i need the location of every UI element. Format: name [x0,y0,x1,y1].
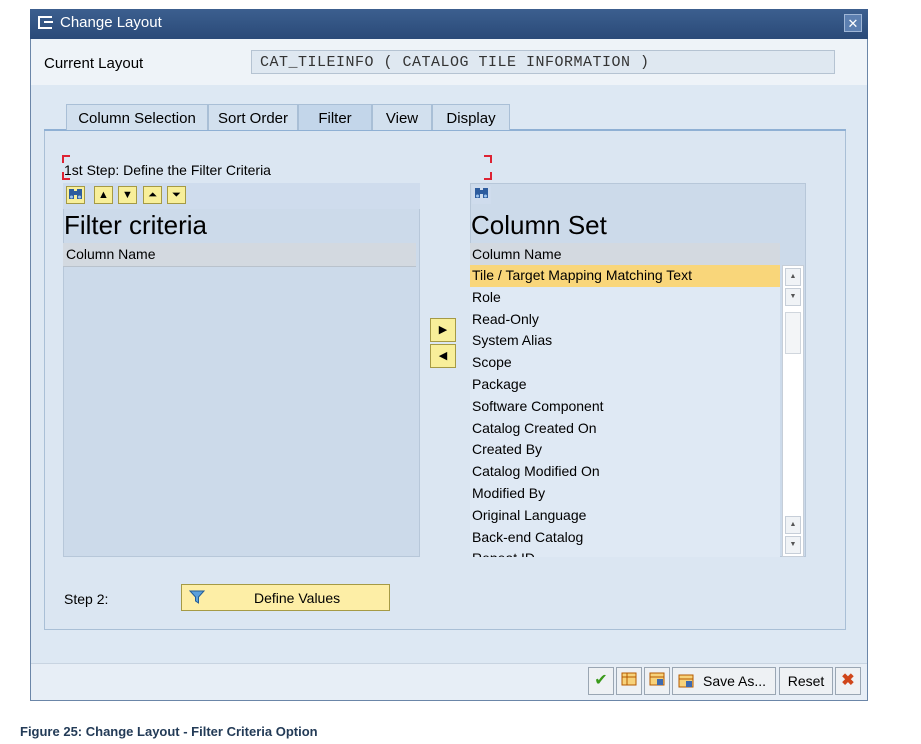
list-item[interactable]: Package [470,374,780,396]
checkmark-icon[interactable]: ✔ [588,667,614,695]
save-as-button[interactable]: Save As... [672,667,776,695]
filter-criteria-column-header: Column Name [63,243,416,267]
list-item[interactable]: Created By [470,439,780,461]
list-item[interactable]: Software Component [470,396,780,418]
scroll-down-page-icon[interactable]: ▼ [785,288,801,306]
cancel-icon[interactable]: ✖ [835,667,861,695]
column-set-list: Tile / Target Mapping Matching Text Role… [470,265,780,557]
dialog-title-bar: Change Layout ✕ [30,9,868,39]
list-item[interactable]: Catalog Created On [470,418,780,440]
list-item[interactable]: Read-Only [470,309,780,331]
list-item[interactable]: Catalog Modified On [470,461,780,483]
filter-criteria-title: Filter criteria [64,210,208,240]
list-item[interactable]: Back-end Catalog [470,527,780,549]
list-item[interactable]: Role [470,287,780,309]
focus-mark [484,155,492,163]
tab-sort-order[interactable]: Sort Order [208,104,298,130]
scroll-up-page-icon[interactable]: ▲ [785,516,801,534]
step2-label: Step 2: [64,591,109,607]
tab-display[interactable]: Display [432,104,510,130]
arrow-bottom-icon[interactable]: ⏷ [167,186,186,204]
scrollbar-thumb[interactable] [785,312,801,354]
step1-label: 1st Step: Define the Filter Criteria [64,162,271,178]
list-item[interactable]: System Alias [470,330,780,352]
column-set-title: Column Set [471,210,607,240]
tab-filter[interactable]: Filter [298,104,372,130]
focus-mark [484,172,492,180]
figure-caption: Figure 25: Change Layout - Filter Criter… [20,724,318,739]
move-right-icon[interactable]: ▶ [430,318,456,342]
save-as-label: Save As... [703,673,767,689]
close-icon[interactable]: ✕ [844,14,862,32]
column-set-column-header: Column Name [470,243,780,265]
dialog-title: Change Layout [60,14,162,31]
current-layout-field: CAT_TILEINFO ( CATALOG TILE INFORMATION … [251,50,835,74]
window-icon [38,16,53,29]
define-values-label: Define Values [254,590,341,606]
reset-button[interactable]: Reset [779,667,833,695]
layout-icon[interactable] [616,667,642,695]
arrow-down-icon[interactable]: ▼ [118,186,137,204]
list-item[interactable]: Original Language [470,505,780,527]
arrow-up-icon[interactable]: ▲ [94,186,113,204]
list-item[interactable]: Modified By [470,483,780,505]
current-layout-label: Current Layout [44,55,144,72]
tab-column-selection[interactable]: Column Selection [66,104,208,130]
filter-criteria-toolbar [63,183,420,209]
scroll-up-icon[interactable]: ▲ [785,268,801,286]
binoculars-icon[interactable] [66,186,85,204]
scroll-down-icon[interactable]: ▼ [785,536,801,554]
filter-icon [189,590,205,604]
list-item[interactable]: Scope [470,352,780,374]
tab-view[interactable]: View [372,104,432,130]
save-layout-icon[interactable] [644,667,670,695]
column-set-scrollbar[interactable]: ▲ ▼ ▲ ▼ [782,265,804,557]
binoculars-icon[interactable] [472,186,491,204]
list-item[interactable]: Tile / Target Mapping Matching Text [470,265,780,287]
arrow-top-icon[interactable]: ⏶ [143,186,162,204]
list-item[interactable]: Repeat ID [470,548,780,557]
define-values-button[interactable]: Define Values [181,584,390,611]
move-left-icon[interactable]: ◀ [430,344,456,368]
